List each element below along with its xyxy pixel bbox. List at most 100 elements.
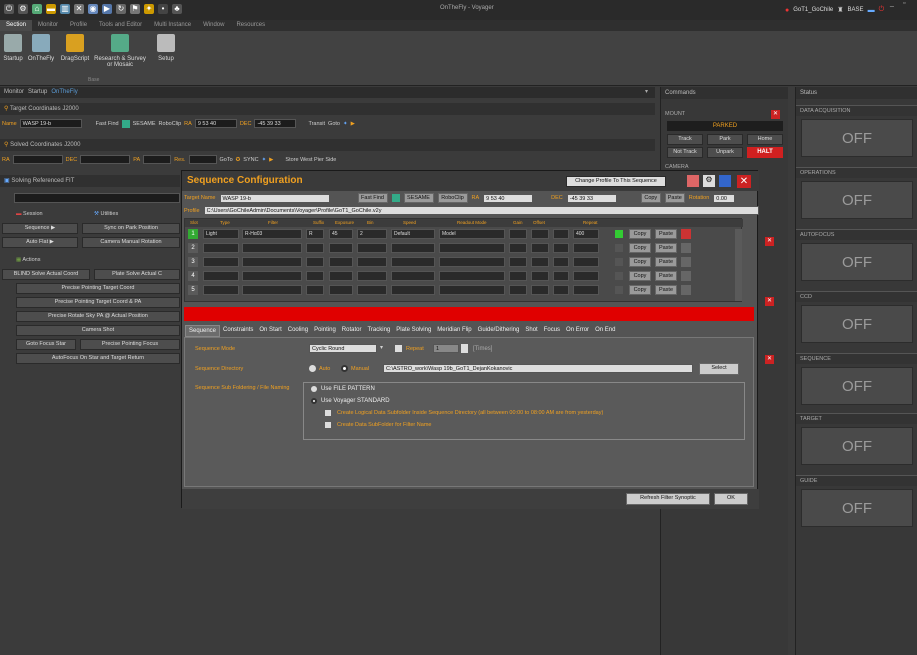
suffix-input[interactable] bbox=[306, 243, 324, 253]
slot-number[interactable]: 1 bbox=[188, 229, 198, 239]
dialog-fast-find-button[interactable]: Fast Find bbox=[357, 193, 388, 203]
repeat-input[interactable]: 1 bbox=[433, 344, 459, 353]
manual-radio[interactable] bbox=[341, 365, 348, 372]
startup-button[interactable]: Startup bbox=[2, 34, 24, 62]
gain-input[interactable] bbox=[509, 243, 527, 253]
row-copy-button[interactable]: Copy bbox=[629, 257, 651, 267]
speed-select[interactable] bbox=[391, 271, 435, 281]
settings-dialog-icon[interactable]: ⚙ bbox=[703, 175, 715, 187]
row-paste-button[interactable]: Paste bbox=[655, 257, 677, 267]
readout-select[interactable] bbox=[439, 243, 505, 253]
filter-select[interactable] bbox=[242, 285, 302, 295]
unpark-button[interactable]: Unpark bbox=[707, 147, 743, 158]
tab-section[interactable]: Section bbox=[0, 20, 33, 31]
row-delete-icon[interactable] bbox=[681, 285, 691, 295]
dialog-dec-input[interactable]: -45 39 33 bbox=[566, 193, 617, 203]
account-label[interactable]: GoT1_GoChile bbox=[793, 7, 833, 13]
halt-button[interactable]: HALT bbox=[747, 147, 783, 158]
repeat-input[interactable] bbox=[573, 243, 599, 253]
suffix-input[interactable] bbox=[306, 271, 324, 281]
goto-focus-star-button[interactable]: Goto Focus Star bbox=[16, 339, 76, 350]
bin-select[interactable] bbox=[357, 257, 387, 267]
slot-enable-icon[interactable] bbox=[615, 230, 623, 238]
solved-res-input[interactable] bbox=[188, 155, 217, 164]
sesame-icon[interactable] bbox=[121, 119, 130, 128]
extra-input[interactable] bbox=[553, 243, 569, 253]
tab-tools-editor[interactable]: Tools and Editor bbox=[93, 20, 148, 31]
panel-close-icon-1[interactable]: ✕ bbox=[765, 237, 774, 246]
dialog-target-name-input[interactable]: WASP 19-b bbox=[219, 193, 330, 203]
offset-input[interactable] bbox=[531, 271, 549, 281]
speed-select[interactable] bbox=[391, 243, 435, 253]
type-select[interactable] bbox=[203, 285, 239, 295]
doc-tab-monitor[interactable]: Monitor bbox=[4, 87, 24, 98]
dialog-tab-pointing[interactable]: Pointing bbox=[311, 325, 339, 337]
base-label[interactable]: BASE bbox=[848, 7, 864, 13]
gain-input[interactable] bbox=[509, 271, 527, 281]
slot-number[interactable]: 3 bbox=[188, 257, 198, 267]
speed-select[interactable] bbox=[391, 257, 435, 267]
ok-button[interactable]: OK bbox=[714, 493, 748, 505]
rotation-input[interactable]: 0.00 bbox=[713, 193, 736, 203]
fast-find-button[interactable]: Fast Find bbox=[96, 121, 119, 127]
slot-number[interactable]: 4 bbox=[188, 271, 198, 281]
exposure-input[interactable] bbox=[329, 243, 353, 253]
play-icon[interactable]: ▶ bbox=[102, 4, 112, 14]
plate-solve-button[interactable]: Plate Solve Actual C bbox=[94, 269, 180, 280]
power-red-icon[interactable]: ⏻ bbox=[879, 6, 885, 14]
dec-input[interactable]: -45 39 33 bbox=[254, 119, 297, 128]
bin-select[interactable] bbox=[357, 271, 387, 281]
target-name-input[interactable]: WASP 19-b bbox=[19, 119, 82, 128]
dialog-tab-on-end[interactable]: On End bbox=[592, 325, 618, 337]
precise-pointing-pa-button[interactable]: Precise Pointing Target Coord & PA bbox=[16, 297, 180, 308]
precise-pointing-button[interactable]: Precise Pointing Target Coord bbox=[16, 283, 180, 294]
row-delete-icon[interactable] bbox=[681, 229, 691, 239]
monitor-icon[interactable]: ▬ bbox=[868, 7, 875, 14]
sequence-button[interactable]: Sequence ▶ bbox=[2, 223, 78, 234]
dialog-ra-input[interactable]: 9 53 40 bbox=[483, 193, 534, 203]
row-delete-icon[interactable] bbox=[681, 257, 691, 267]
row-copy-button[interactable]: Copy bbox=[629, 229, 651, 239]
gain-input[interactable] bbox=[509, 285, 527, 295]
slot-number[interactable]: 5 bbox=[188, 285, 198, 295]
solved-dec-input[interactable] bbox=[80, 155, 131, 164]
doc-tab-onthefly[interactable]: OnTheFly bbox=[51, 87, 77, 98]
select-button[interactable]: Select bbox=[699, 363, 739, 375]
dialog-tab-guide-dithering[interactable]: Guide/Dithering bbox=[475, 325, 523, 337]
type-select[interactable] bbox=[203, 243, 239, 253]
camera-manual-button[interactable]: Camera Manual Rotation bbox=[82, 237, 180, 248]
seq-mode-dropdown-icon[interactable]: ▾ bbox=[380, 344, 383, 351]
readout-select[interactable] bbox=[439, 257, 505, 267]
chart-icon[interactable]: ▥ bbox=[60, 4, 70, 14]
dialog-tab-tracking[interactable]: Tracking bbox=[364, 325, 393, 337]
info-icon[interactable]: • bbox=[158, 4, 168, 14]
type-select[interactable] bbox=[203, 271, 239, 281]
file-pattern-radio[interactable] bbox=[311, 386, 317, 392]
puzzle-icon[interactable]: ♣ bbox=[172, 4, 182, 14]
row-paste-button[interactable]: Paste bbox=[655, 229, 677, 239]
filter-select[interactable] bbox=[242, 271, 302, 281]
tools-icon[interactable]: ✕ bbox=[74, 4, 84, 14]
tab-multi-instance[interactable]: Multi Instance bbox=[148, 20, 197, 31]
row-paste-button[interactable]: Paste bbox=[655, 243, 677, 253]
dialog-copy-button[interactable]: Copy bbox=[640, 193, 661, 203]
row-copy-button[interactable]: Copy bbox=[629, 243, 651, 253]
gear-icon[interactable]: ⚙ bbox=[18, 4, 28, 14]
autofocus-return-button[interactable]: AutoFocus On Star and Target Return bbox=[16, 353, 180, 364]
dialog-tab-on-error[interactable]: On Error bbox=[563, 325, 592, 337]
dialog-tab-shot[interactable]: Shot bbox=[522, 325, 540, 337]
filter-subfolder-checkbox[interactable] bbox=[325, 422, 331, 428]
solved-ra-input[interactable] bbox=[12, 155, 63, 164]
grid-scrollbar[interactable] bbox=[735, 229, 742, 301]
precise-focus-button[interactable]: Precise Pointing Focus bbox=[80, 339, 180, 350]
profile-path[interactable]: C:\Users\GoChileAdmin\Documents\Voyager\… bbox=[203, 206, 759, 215]
auto-radio[interactable] bbox=[309, 365, 316, 372]
save-dialog-icon[interactable] bbox=[719, 175, 731, 187]
speed-select[interactable] bbox=[391, 285, 435, 295]
slot-enable-icon[interactable] bbox=[615, 244, 623, 252]
doc-tab-startup[interactable]: Startup bbox=[28, 87, 47, 98]
type-select[interactable]: Light bbox=[203, 229, 239, 239]
voyager-standard-radio[interactable] bbox=[311, 398, 317, 404]
logical-subfolder-checkbox[interactable] bbox=[325, 410, 331, 416]
minimize-dialog-icon[interactable] bbox=[687, 175, 699, 187]
